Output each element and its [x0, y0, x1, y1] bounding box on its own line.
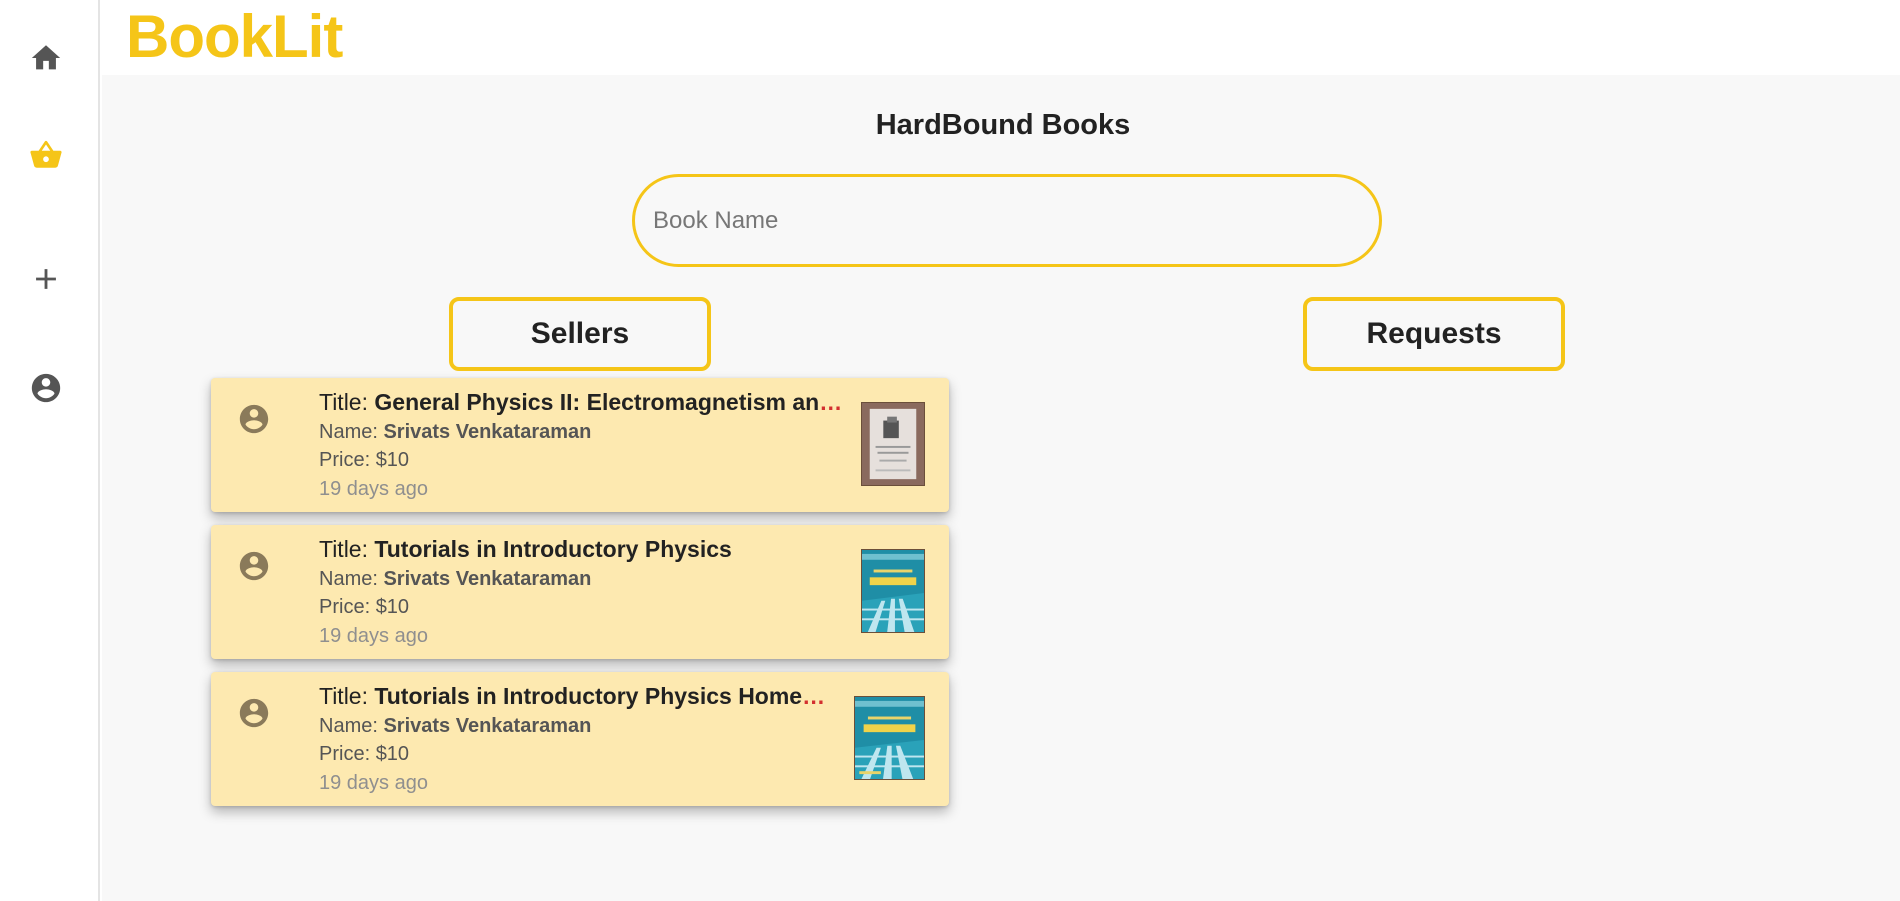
basket-icon	[30, 140, 62, 168]
listing-seller-name: Name: Srivats Venkataraman	[319, 418, 859, 446]
listing-posted-time: 19 days ago	[319, 772, 428, 794]
main-content: HardBound Books Sellers Requests Title: …	[102, 75, 1900, 901]
book-title: General Physics II: Electromagnetism an	[374, 389, 820, 415]
nav-add-button[interactable]	[22, 255, 70, 303]
truncation-ellipsis: …	[819, 389, 843, 415]
seller-name: Srivats Venkataraman	[383, 421, 592, 443]
listing-card[interactable]: Title: Tutorials in Introductory Physics…	[211, 672, 949, 806]
listing-posted-time: 19 days ago	[319, 478, 428, 500]
search-box[interactable]	[632, 174, 1382, 267]
seller-avatar-icon	[239, 698, 269, 728]
top-bar: BookLit	[102, 0, 1900, 75]
listing-info: Title: Tutorials in Introductory Physics…	[319, 533, 859, 651]
seller-avatar-icon	[239, 404, 269, 434]
plus-icon	[36, 269, 56, 289]
listing-price: Price: $10	[319, 740, 859, 768]
sellers-tab-button[interactable]: Sellers	[449, 297, 711, 371]
account-circle-icon	[31, 373, 61, 403]
sidebar-nav	[0, 0, 100, 901]
name-label: Name:	[319, 421, 384, 443]
page-title: HardBound Books	[875, 109, 1131, 141]
book-cover-thumbnail	[854, 696, 925, 780]
book-cover-thumbnail	[861, 549, 925, 633]
listing-posted-time: 19 days ago	[319, 625, 428, 647]
nav-account-button[interactable]	[22, 364, 70, 412]
listing-info: Title: General Physics II: Electromagnet…	[319, 386, 859, 504]
price-label: Price:	[319, 596, 376, 618]
listing-card[interactable]: Title: General Physics II: Electromagnet…	[211, 378, 949, 512]
seller-name: Srivats Venkataraman	[383, 715, 592, 737]
listing-title: Title: Tutorials in Introductory Physics	[319, 533, 859, 565]
name-label: Name:	[319, 568, 384, 590]
requests-tab-button[interactable]: Requests	[1303, 297, 1565, 371]
home-icon	[31, 45, 61, 70]
name-label: Name:	[319, 715, 384, 737]
title-label: Title:	[319, 536, 375, 562]
listing-seller-name: Name: Srivats Venkataraman	[319, 712, 859, 740]
seller-avatar-icon	[239, 551, 269, 581]
price-value: $10	[375, 449, 410, 471]
truncation-ellipsis: …	[802, 683, 826, 709]
title-label: Title:	[319, 389, 375, 415]
listing-title: Title: General Physics II: Electromagnet…	[319, 386, 859, 418]
price-value: $10	[375, 743, 410, 765]
seller-name: Srivats Venkataraman	[383, 568, 592, 590]
book-title: Tutorials in Introductory Physics Home	[374, 683, 803, 709]
listing-price: Price: $10	[319, 446, 859, 474]
title-label: Title:	[319, 683, 375, 709]
app-logo[interactable]: BookLit	[126, 2, 343, 72]
listing-seller-name: Name: Srivats Venkataraman	[319, 565, 859, 593]
price-value: $10	[375, 596, 410, 618]
nav-basket-button[interactable]	[22, 131, 70, 179]
book-photo-thumbnail	[861, 402, 925, 486]
price-label: Price:	[319, 449, 376, 471]
listing-title: Title: Tutorials in Introductory Physics…	[319, 680, 859, 712]
book-title: Tutorials in Introductory Physics	[374, 536, 732, 562]
nav-home-button[interactable]	[22, 34, 70, 82]
price-label: Price:	[319, 743, 376, 765]
book-name-input[interactable]	[651, 177, 1351, 264]
listing-info: Title: Tutorials in Introductory Physics…	[319, 680, 859, 798]
listing-price: Price: $10	[319, 593, 859, 621]
listing-card[interactable]: Title: Tutorials in Introductory Physics…	[211, 525, 949, 659]
